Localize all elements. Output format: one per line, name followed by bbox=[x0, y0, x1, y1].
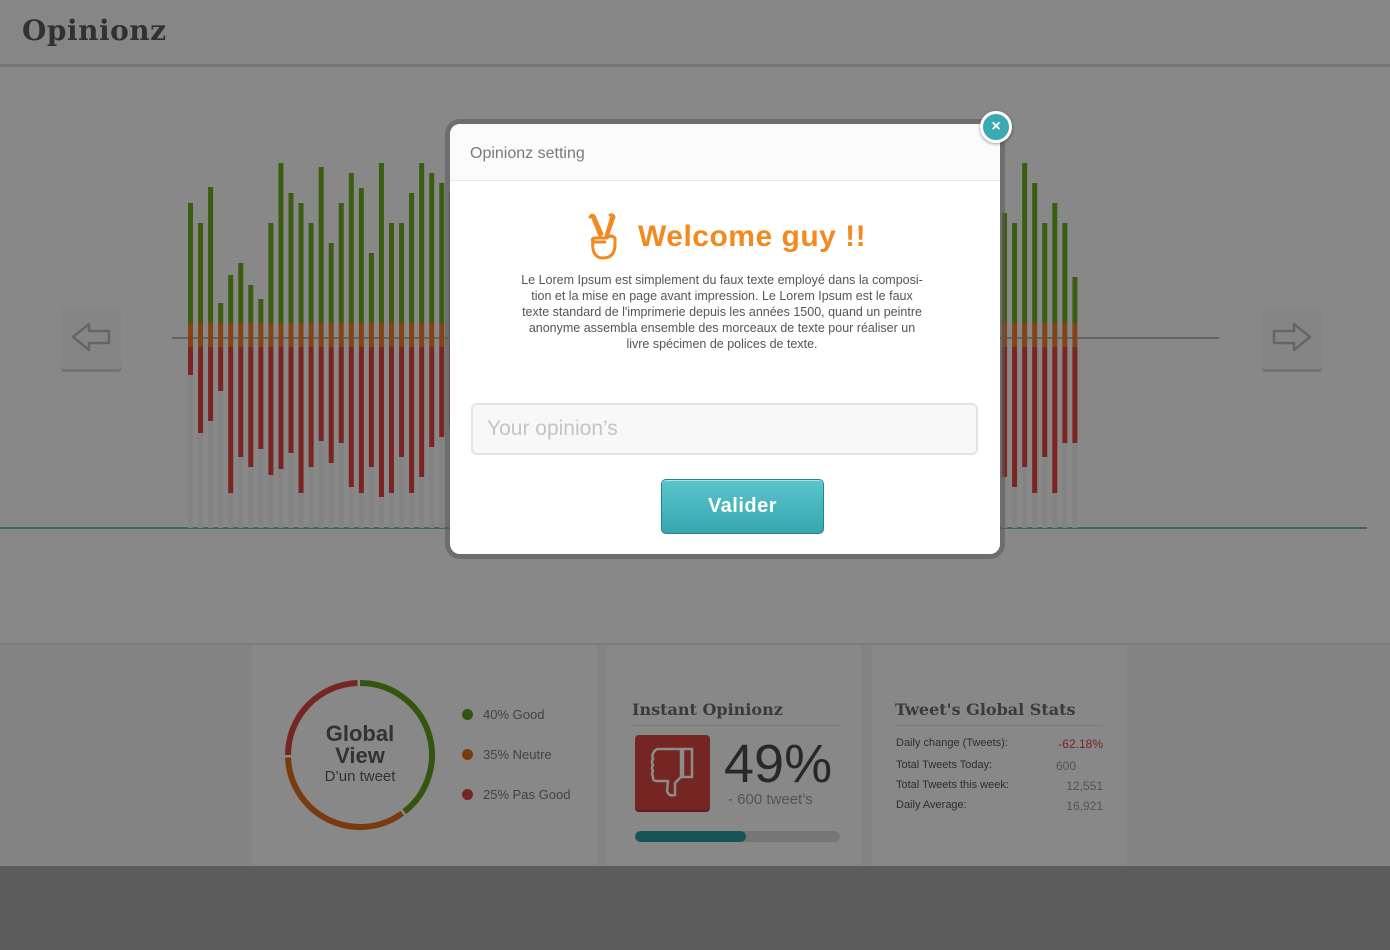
valider-button[interactable]: Valider bbox=[661, 479, 824, 534]
peace-hand-icon bbox=[588, 213, 617, 260]
close-button[interactable]: × bbox=[980, 111, 1012, 143]
description-line: Le Lorem Ipsum est simplement du faux te… bbox=[521, 273, 923, 287]
description-line: livre spécimen de polices de texte. bbox=[626, 337, 818, 351]
description-line: tion et la mise en page avant impression… bbox=[531, 289, 913, 303]
opinion-input[interactable] bbox=[471, 403, 978, 455]
welcome-heading: Welcome guy !! bbox=[638, 220, 867, 253]
settings-modal: Opinionz setting × Welcome guy !! Le Lor… bbox=[450, 111, 1012, 554]
footer bbox=[0, 866, 1390, 950]
close-icon: × bbox=[991, 118, 1001, 135]
modal-header: Opinionz setting bbox=[450, 124, 1000, 181]
description-line: anonyme assembla ensemble des morceaux d… bbox=[528, 321, 916, 335]
modal-description: Le Lorem Ipsum est simplement du faux te… bbox=[500, 272, 944, 352]
description-line: texte standard de l'imprimerie depuis le… bbox=[522, 305, 922, 319]
modal-title: Opinionz setting bbox=[470, 145, 585, 162]
